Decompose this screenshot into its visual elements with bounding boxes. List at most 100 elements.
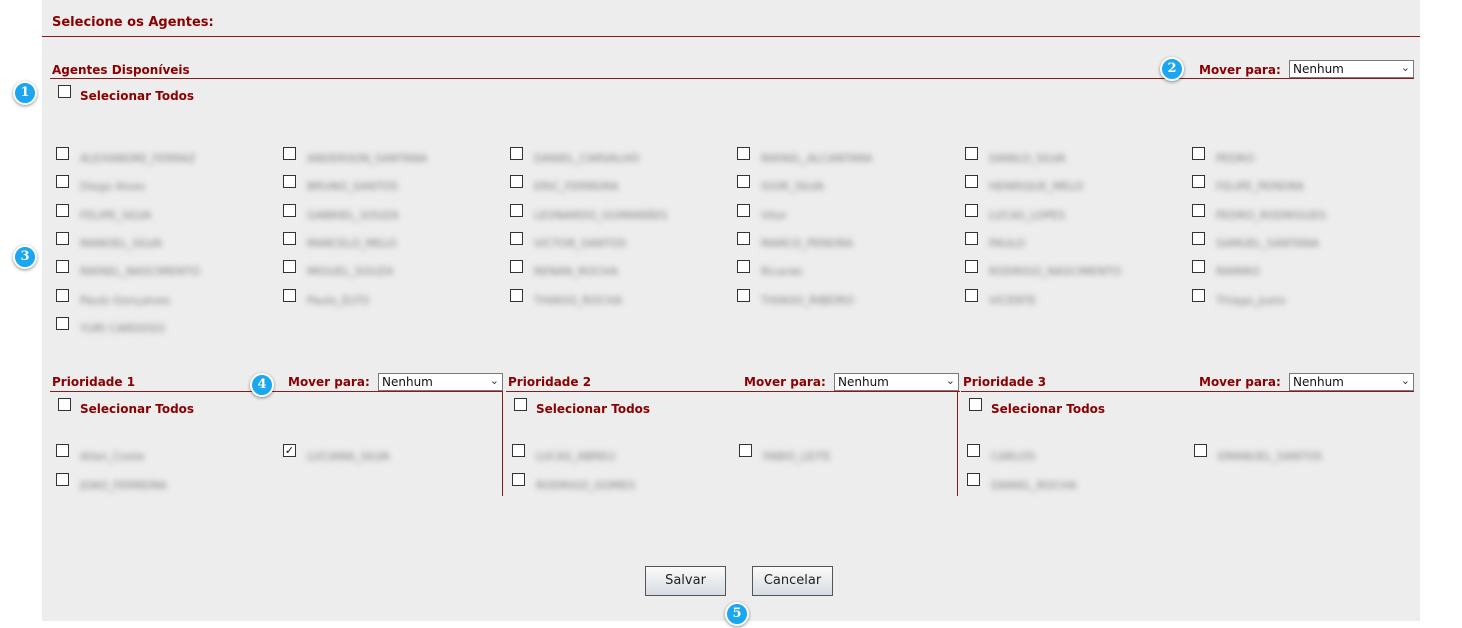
agent-checkbox[interactable] [56, 444, 69, 457]
agent-name: RAFAEL_NASCIMENTO [80, 265, 200, 278]
agent-name: PAULO [989, 237, 1025, 250]
agent-checkbox[interactable] [965, 175, 978, 188]
agent-checkbox[interactable] [1192, 232, 1205, 245]
priority-mover-label: Mover para: [288, 375, 370, 389]
agent-checkbox[interactable] [1192, 289, 1205, 302]
select-all-priority-checkbox[interactable] [514, 398, 527, 411]
agent-name: JOAO_FERREIRA [80, 479, 167, 492]
priority-mover-select[interactable]: Nenhum ⌄ [834, 373, 959, 391]
agent-checkbox[interactable] [1192, 260, 1205, 273]
step-badge-1: 1 [13, 81, 37, 105]
agent-selection-panel [42, 0, 1420, 621]
agent-checkbox[interactable] [56, 473, 69, 486]
step-badge-2: 2 [1160, 57, 1184, 81]
agent-checkbox[interactable] [737, 175, 750, 188]
agent-name: YURI CARDOSO [80, 322, 165, 335]
priority-mover-value: Nenhum [1293, 375, 1344, 389]
agent-name: Paulo_ELTO [307, 294, 370, 307]
step-badge-5: 5 [725, 602, 749, 626]
agent-checkbox[interactable] [283, 260, 296, 273]
select-all-priority-checkbox[interactable] [58, 398, 71, 411]
agent-checkbox[interactable] [737, 232, 750, 245]
chevron-down-icon: ⌄ [945, 374, 955, 387]
agent-checkbox[interactable] [512, 444, 525, 457]
cancel-button[interactable]: Cancelar [752, 566, 833, 596]
agent-checkbox[interactable]: ✓ [283, 444, 296, 457]
agent-name: LEONARDO_GUIMARÃES [534, 209, 668, 222]
agent-checkbox[interactable] [967, 444, 980, 457]
agent-name: LUCAS_ABREU [536, 450, 616, 463]
agent-checkbox[interactable] [965, 204, 978, 217]
agent-name: PEDRO_RODRIGUES [1216, 209, 1327, 222]
agent-checkbox[interactable] [512, 473, 525, 486]
agent-name: FELIPE_PEREIRA [1216, 180, 1304, 193]
title-divider [42, 36, 1420, 37]
agent-checkbox[interactable] [510, 289, 523, 302]
agent-name: RODRIGO_NASCIMENTO [989, 265, 1122, 278]
priority-mover-label: Mover para: [1199, 375, 1281, 389]
agent-checkbox[interactable] [510, 232, 523, 245]
agent-name: EMANUEL_SANTOS [1218, 450, 1323, 463]
select-all-priority-label: Selecionar Todos [80, 402, 195, 416]
agent-name: LUCIANA_SILVA [307, 450, 390, 463]
agent-checkbox[interactable] [1194, 444, 1207, 457]
agent-checkbox[interactable] [56, 204, 69, 217]
agent-checkbox[interactable] [283, 289, 296, 302]
agent-checkbox[interactable] [56, 289, 69, 302]
agent-name: DANIEL_CARVALHO [534, 152, 640, 165]
agent-checkbox[interactable] [283, 204, 296, 217]
agent-checkbox[interactable] [56, 232, 69, 245]
agent-checkbox[interactable] [56, 317, 69, 330]
agent-name: RAMIRO [1216, 265, 1260, 278]
agent-name: DANIEL_ROCHA [991, 479, 1077, 492]
agent-checkbox[interactable] [283, 175, 296, 188]
agent-checkbox[interactable] [283, 147, 296, 160]
agent-checkbox[interactable] [739, 444, 752, 457]
agent-checkbox[interactable] [737, 204, 750, 217]
agent-checkbox[interactable] [737, 147, 750, 160]
priority-separator [502, 391, 503, 496]
agent-checkbox[interactable] [965, 232, 978, 245]
agent-checkbox[interactable] [1192, 147, 1205, 160]
agent-checkbox[interactable] [965, 260, 978, 273]
agent-checkbox[interactable] [56, 260, 69, 273]
save-button[interactable]: Salvar [645, 566, 726, 596]
agent-checkbox[interactable] [510, 204, 523, 217]
agent-checkbox[interactable] [1192, 175, 1205, 188]
agent-name: Allan_Costa [80, 450, 145, 463]
agent-name: Ricardo [761, 265, 803, 278]
agent-checkbox[interactable] [283, 232, 296, 245]
agent-checkbox[interactable] [510, 175, 523, 188]
select-all-priority-checkbox[interactable] [969, 398, 982, 411]
available-agents-label: Agentes Disponíveis [52, 63, 190, 77]
agent-name: PEDRO [1216, 152, 1255, 165]
agent-checkbox[interactable] [510, 260, 523, 273]
agent-checkbox[interactable] [967, 473, 980, 486]
agent-name: HENRIQUE_MELO [989, 180, 1084, 193]
agent-checkbox[interactable] [965, 289, 978, 302]
chevron-down-icon: ⌄ [1400, 61, 1410, 74]
available-mover-label: Mover para: [1199, 63, 1281, 77]
select-all-available-checkbox[interactable] [58, 85, 71, 98]
priority-label: Prioridade 1 [52, 375, 136, 389]
agent-name: Paulo Gonçalves [80, 294, 171, 307]
agent-name: IGOR_SILVA [761, 180, 825, 193]
agent-checkbox[interactable] [737, 260, 750, 273]
agent-checkbox[interactable] [1192, 204, 1205, 217]
available-divider [50, 78, 1414, 79]
agent-name: ALEXANDRE_FERRAZ [80, 152, 196, 165]
agent-checkbox[interactable] [737, 289, 750, 302]
agent-name: VICENTE [989, 294, 1037, 307]
agent-name: MARCO_PEREIRA [761, 237, 854, 250]
agent-checkbox[interactable] [56, 147, 69, 160]
agent-checkbox[interactable] [510, 147, 523, 160]
agent-checkbox[interactable] [965, 147, 978, 160]
chevron-down-icon: ⌄ [1400, 374, 1410, 387]
priority-mover-value: Nenhum [382, 375, 433, 389]
agent-checkbox[interactable] [56, 175, 69, 188]
agent-name: Diego Alves [80, 180, 146, 193]
available-mover-select[interactable]: Nenhum ⌄ [1289, 60, 1414, 78]
agent-name: LUCAS_LOPES [989, 209, 1066, 222]
priority-mover-select[interactable]: Nenhum ⌄ [378, 373, 503, 391]
priority-mover-select[interactable]: Nenhum ⌄ [1289, 373, 1414, 391]
